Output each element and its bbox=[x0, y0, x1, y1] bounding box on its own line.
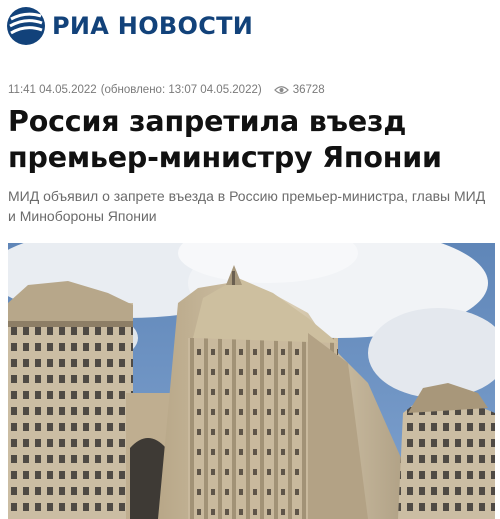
ria-logo-icon[interactable] bbox=[6, 6, 46, 46]
published-time: 11:41 04.05.2022 bbox=[8, 84, 97, 96]
article-title: Россия запретила въезд премьер-министру … bbox=[8, 105, 442, 174]
brand-name[interactable]: РИА НОВОСТИ bbox=[52, 12, 253, 40]
updated-time: (обновлено: 13:07 04.05.2022) bbox=[100, 84, 262, 96]
site-header: РИА НОВОСТИ bbox=[6, 5, 253, 47]
article-meta: 11:41 04.05.2022 (обновлено: 13:07 04.05… bbox=[8, 84, 325, 96]
views-count: 36728 bbox=[292, 84, 325, 96]
article-photo bbox=[8, 243, 495, 519]
article-lead: МИД объявил о запрете въезда в Россию пр… bbox=[8, 188, 486, 224]
views-counter: 36728 bbox=[273, 84, 325, 96]
eye-icon bbox=[273, 86, 289, 94]
